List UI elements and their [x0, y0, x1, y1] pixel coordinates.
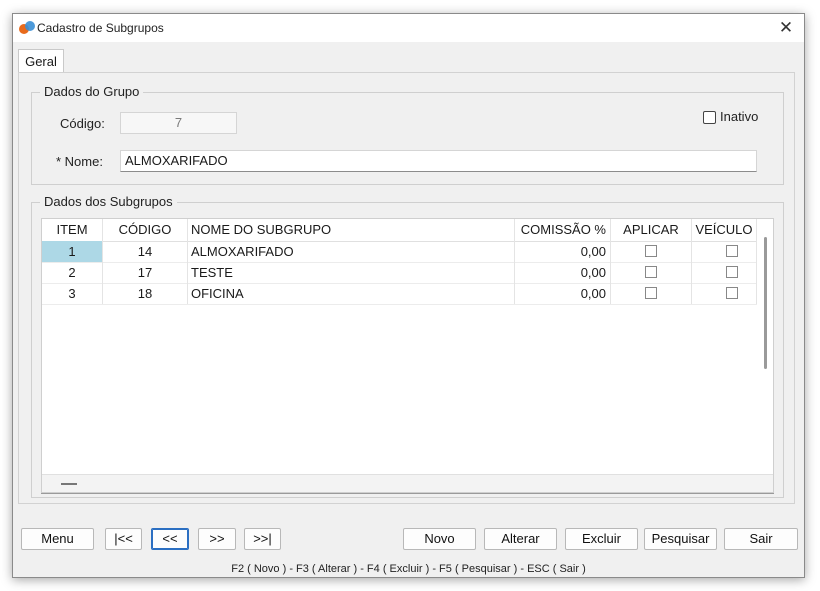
title-bar: Cadastro de Subgrupos ✕ — [13, 14, 804, 42]
app-logo-icon — [19, 21, 35, 35]
inativo-label[interactable]: Inativo — [720, 109, 758, 124]
vertical-scrollbar[interactable] — [764, 237, 767, 369]
horizontal-scrollbar[interactable] — [42, 474, 773, 492]
cell-nome[interactable]: ALMOXARIFADO — [188, 241, 515, 262]
alterar-button[interactable]: Alterar — [484, 528, 557, 550]
cell-comissao[interactable]: 0,00 — [515, 262, 611, 283]
column-header-codigo[interactable]: CÓDIGO — [103, 219, 188, 241]
cell-comissao[interactable]: 0,00 — [515, 241, 611, 262]
column-header-nome[interactable]: NOME DO SUBGRUPO — [188, 219, 515, 241]
aplicar-checkbox[interactable] — [645, 287, 657, 299]
cell-veiculo[interactable] — [692, 241, 757, 262]
cell-veiculo[interactable] — [692, 283, 757, 304]
aplicar-checkbox[interactable] — [645, 245, 657, 257]
cell-veiculo[interactable] — [692, 262, 757, 283]
veiculo-checkbox[interactable] — [726, 287, 738, 299]
codigo-label: Código: — [60, 116, 105, 131]
excluir-button[interactable]: Excluir — [565, 528, 638, 550]
cell-aplicar[interactable] — [611, 262, 692, 283]
previous-record-button[interactable]: << — [151, 528, 189, 550]
cell-nome[interactable]: OFICINA — [188, 283, 515, 304]
menu-button[interactable]: Menu — [21, 528, 94, 550]
column-header-aplicar[interactable]: APLICAR — [611, 219, 692, 241]
window-title: Cadastro de Subgrupos — [37, 21, 164, 35]
horizontal-scroll-thumb[interactable] — [61, 483, 77, 485]
cell-aplicar[interactable] — [611, 241, 692, 262]
cell-aplicar[interactable] — [611, 283, 692, 304]
group-dados-subgrupos-legend: Dados dos Subgrupos — [40, 194, 177, 209]
cell-item[interactable]: 2 — [42, 262, 103, 283]
cell-comissao[interactable]: 0,00 — [515, 283, 611, 304]
grid-bottom-divider — [41, 493, 774, 494]
close-icon[interactable]: ✕ — [776, 18, 796, 38]
last-record-button[interactable]: >>| — [244, 528, 281, 550]
sair-button[interactable]: Sair — [724, 528, 798, 550]
group-dados-grupo-legend: Dados do Grupo — [40, 84, 144, 99]
tab-panel-geral: Dados do Grupo Código: 7 Inativo * Nome:… — [18, 72, 795, 504]
next-record-button[interactable]: >> — [198, 528, 236, 550]
group-dados-grupo: Dados do Grupo Código: 7 Inativo * Nome:… — [31, 84, 784, 185]
column-header-veiculo[interactable]: VEÍCULO — [692, 219, 757, 241]
column-header-item[interactable]: ITEM — [42, 219, 103, 241]
cell-item[interactable]: 1 — [42, 241, 103, 262]
cell-codigo[interactable]: 18 — [103, 283, 188, 304]
cell-codigo[interactable]: 17 — [103, 262, 188, 283]
novo-button[interactable]: Novo — [403, 528, 476, 550]
main-window: Cadastro de Subgrupos ✕ Geral Dados do G… — [12, 13, 805, 578]
veiculo-checkbox[interactable] — [726, 266, 738, 278]
status-bar-shortcuts: F2 ( Novo ) - F3 ( Alterar ) - F4 ( Excl… — [231, 563, 586, 575]
nome-label: * Nome: — [56, 154, 103, 169]
table-row[interactable]: 3 18 OFICINA 0,00 — [42, 283, 757, 305]
table-row[interactable]: 2 17 TESTE 0,00 — [42, 262, 757, 284]
aplicar-checkbox[interactable] — [645, 266, 657, 278]
cell-nome[interactable]: TESTE — [188, 262, 515, 283]
cell-codigo[interactable]: 14 — [103, 241, 188, 262]
column-header-comissao[interactable]: COMISSÃO % — [515, 219, 611, 241]
grid-header: ITEM CÓDIGO NOME DO SUBGRUPO COMISSÃO % … — [42, 219, 757, 242]
cell-item[interactable]: 3 — [42, 283, 103, 304]
first-record-button[interactable]: |<< — [105, 528, 142, 550]
subgrupos-grid[interactable]: ITEM CÓDIGO NOME DO SUBGRUPO COMISSÃO % … — [41, 218, 774, 493]
tab-geral[interactable]: Geral — [18, 49, 64, 74]
table-row[interactable]: 1 14 ALMOXARIFADO 0,00 — [42, 241, 757, 263]
inativo-checkbox[interactable] — [703, 111, 716, 124]
nome-field[interactable]: ALMOXARIFADO — [120, 150, 757, 172]
pesquisar-button[interactable]: Pesquisar — [644, 528, 717, 550]
group-dados-subgrupos: Dados dos Subgrupos ITEM CÓDIGO NOME DO … — [31, 194, 784, 498]
codigo-field: 7 — [120, 112, 237, 134]
veiculo-checkbox[interactable] — [726, 245, 738, 257]
